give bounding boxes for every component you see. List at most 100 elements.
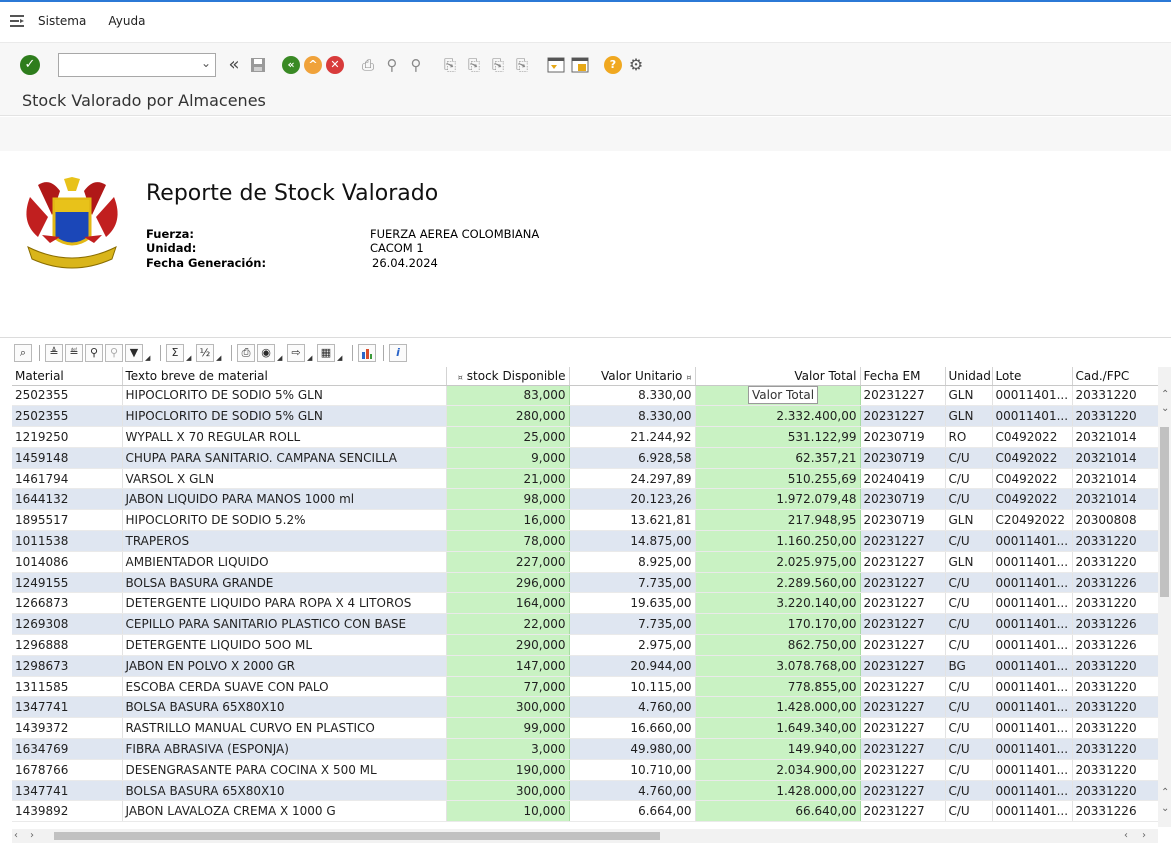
exit-icon[interactable]: ^: [304, 55, 322, 74]
back-double-icon[interactable]: «: [224, 54, 244, 75]
table-cell[interactable]: 1249155: [12, 572, 123, 594]
table-cell[interactable]: 00011401...: [992, 717, 1073, 740]
table-cell[interactable]: 24.297,89: [569, 468, 696, 490]
table-cell[interactable]: GLN: [945, 405, 993, 428]
table-cell[interactable]: 13.621,81: [569, 509, 696, 532]
table-cell[interactable]: 77,000: [446, 676, 570, 698]
table-row[interactable]: 2502355 HIPOCLORITO DE SODIO 5% GLN 83,000…: [12, 385, 1158, 407]
col-header-valor-total[interactable]: Valor Total: [695, 367, 861, 386]
table-cell[interactable]: WYPALL X 70 REGULAR ROLL: [122, 426, 447, 448]
table-cell[interactable]: 83,000: [446, 385, 570, 407]
find-icon[interactable]: ⚲: [85, 343, 103, 362]
table-cell[interactable]: 20331220: [1072, 405, 1158, 428]
table-cell[interactable]: 49.980,00: [569, 738, 696, 760]
table-cell[interactable]: 1347741: [12, 696, 123, 719]
table-cell[interactable]: 20231227: [860, 800, 946, 823]
table-cell[interactable]: 9,000: [446, 447, 570, 469]
table-cell[interactable]: CHUPA PARA SANITARIO. CAMPANA SENCILLA: [122, 447, 447, 469]
back-icon[interactable]: «: [282, 55, 300, 74]
table-cell[interactable]: 62.357,21: [695, 447, 861, 469]
table-cell[interactable]: BOLSA BASURA 65X80X10: [122, 780, 447, 802]
table-cell[interactable]: 20331226: [1072, 800, 1158, 823]
table-cell[interactable]: BOLSA BASURA GRANDE: [122, 572, 447, 594]
table-cell[interactable]: 20331226: [1072, 634, 1158, 656]
table-cell[interactable]: 00011401...: [992, 738, 1073, 760]
table-cell[interactable]: C/U: [945, 676, 993, 698]
table-cell[interactable]: 862.750,00: [695, 634, 861, 656]
table-cell[interactable]: 20231227: [860, 551, 946, 573]
create-session-icon[interactable]: [546, 55, 566, 75]
table-cell[interactable]: 98,000: [446, 488, 570, 511]
chevron-down-icon[interactable]: ⌄: [201, 56, 211, 70]
table-cell[interactable]: 1439892: [12, 800, 123, 823]
horizontal-scroll-thumb[interactable]: [54, 832, 660, 840]
last-page-icon[interactable]: ⎘: [512, 55, 532, 75]
filter-dropdown-icon[interactable]: ◢: [145, 344, 151, 362]
table-cell[interactable]: 10,000: [446, 800, 570, 823]
export-dropdown-icon[interactable]: ◢: [307, 344, 313, 362]
table-cell[interactable]: C/U: [945, 696, 993, 719]
table-cell[interactable]: 00011401...: [992, 676, 1073, 698]
table-cell[interactable]: 3.078.768,00: [695, 655, 861, 677]
views-dropdown-icon[interactable]: ◢: [277, 344, 283, 362]
table-cell[interactable]: GLN: [945, 509, 993, 532]
table-cell[interactable]: 1439372: [12, 717, 123, 740]
table-cell[interactable]: AMBIENTADOR LIQUIDO: [122, 551, 447, 573]
help-icon[interactable]: ?: [604, 55, 622, 74]
table-row[interactable]: 1439892 JABON LAVALOZA CREMA X 1000 G 10,0…: [12, 800, 1158, 823]
table-cell[interactable]: 20231227: [860, 655, 946, 677]
table-cell[interactable]: 149.940,00: [695, 738, 861, 760]
table-cell[interactable]: 00011401...: [992, 759, 1073, 781]
scroll-up-icon[interactable]: ⌃: [1161, 787, 1169, 798]
table-cell[interactable]: 510.255,69: [695, 468, 861, 490]
table-cell[interactable]: 1298673: [12, 655, 123, 677]
col-header-unidad[interactable]: Unidad: [945, 367, 993, 386]
table-cell[interactable]: 20331220: [1072, 655, 1158, 677]
previous-page-icon[interactable]: ⎘: [464, 55, 484, 75]
table-cell[interactable]: RASTRILLO MANUAL CURVO EN PLASTICO: [122, 717, 447, 740]
table-cell[interactable]: 20331220: [1072, 759, 1158, 781]
table-cell[interactable]: 00011401...: [992, 405, 1073, 428]
sort-ascending-icon[interactable]: ≜: [45, 343, 63, 362]
table-cell[interactable]: C/U: [945, 759, 993, 781]
table-cell[interactable]: BG: [945, 655, 993, 677]
table-cell[interactable]: C/U: [945, 468, 993, 490]
shortcut-icon[interactable]: [570, 55, 590, 75]
table-cell[interactable]: 20.123,26: [569, 488, 696, 511]
table-cell[interactable]: C0492022: [992, 488, 1073, 511]
table-cell[interactable]: C0492022: [992, 426, 1073, 448]
scroll-right-icon[interactable]: ›: [1142, 830, 1146, 841]
table-cell[interactable]: 20230719: [860, 426, 946, 448]
table-cell[interactable]: BOLSA BASURA 65X80X10: [122, 696, 447, 719]
table-cell[interactable]: TRAPEROS: [122, 530, 447, 552]
scroll-right-icon[interactable]: ›: [30, 830, 34, 841]
table-cell[interactable]: 217.948,95: [695, 509, 861, 532]
table-cell[interactable]: C/U: [945, 613, 993, 636]
table-cell[interactable]: 1634769: [12, 738, 123, 760]
horizontal-scrollbar[interactable]: ‹ › ‹ ›: [12, 829, 1158, 843]
table-row[interactable]: 1644132 JABON LIQUIDO PARA MANOS 1000 ml 9…: [12, 488, 1158, 511]
find-next-icon[interactable]: ⚲: [406, 55, 426, 75]
table-row[interactable]: 1269308 CEPILLO PARA SANITARIO PLASTICO C…: [12, 613, 1158, 636]
vertical-scrollbar[interactable]: ⌃ ⌄ ⌃ ⌄: [1158, 367, 1171, 827]
table-cell[interactable]: 8.330,00: [569, 405, 696, 428]
table-cell[interactable]: 1678766: [12, 759, 123, 781]
table-cell[interactable]: C/U: [945, 780, 993, 802]
table-cell[interactable]: 3.220.140,00: [695, 592, 861, 615]
table-cell[interactable]: 1296888: [12, 634, 123, 656]
table-cell[interactable]: GLN: [945, 551, 993, 573]
table-cell[interactable]: C/U: [945, 738, 993, 760]
table-row[interactable]: 1011538 TRAPEROS 78,000 14.875,00 1.160.250,…: [12, 530, 1158, 552]
col-header-valor-unitario[interactable]: Valor Unitario ¤: [569, 367, 696, 386]
table-cell[interactable]: 1219250: [12, 426, 123, 448]
table-cell[interactable]: 7.735,00: [569, 613, 696, 636]
table-row[interactable]: 1298673 JABON EN POLVO X 2000 GR 147,000 20…: [12, 655, 1158, 677]
table-cell[interactable]: 8.925,00: [569, 551, 696, 573]
table-cell[interactable]: RO: [945, 426, 993, 448]
layout-dropdown-icon[interactable]: ◢: [337, 344, 343, 362]
table-cell[interactable]: 531.122,99: [695, 426, 861, 448]
table-cell[interactable]: 20231227: [860, 738, 946, 760]
table-cell[interactable]: 00011401...: [992, 530, 1073, 552]
table-cell[interactable]: DESENGRASANTE PARA COCINA X 500 ML: [122, 759, 447, 781]
menu-sistema[interactable]: Sistema: [38, 14, 86, 28]
